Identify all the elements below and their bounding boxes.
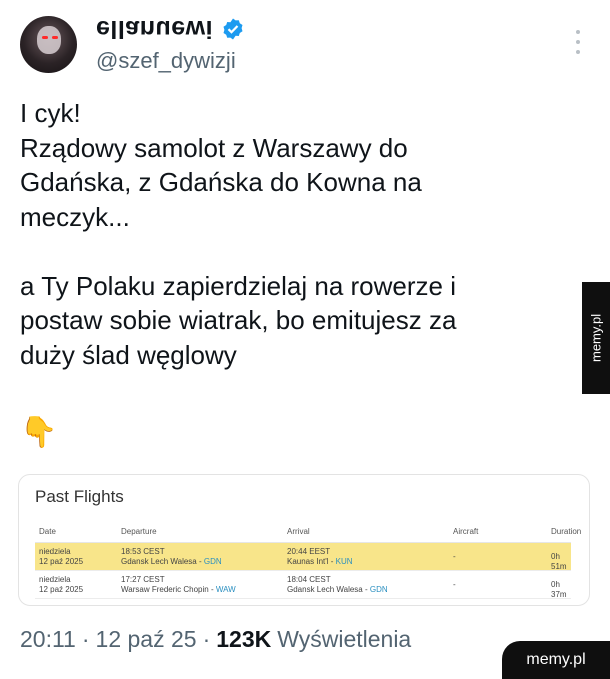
col-header-arrival: Arrival — [287, 527, 310, 536]
tweet-date[interactable]: 12 paź 25 — [96, 626, 197, 653]
card-title: Past Flights — [35, 487, 124, 506]
row-duration: 0h 51m — [551, 552, 567, 571]
row-aircraft: - — [453, 580, 456, 589]
pointing-down-emoji: 👇 — [20, 416, 58, 449]
row-arrival: 18:04 CEST Gdansk Lech Walesa - GDN — [287, 575, 388, 594]
watermark-side: memy.pl — [582, 282, 610, 394]
watermark-corner: memy.pl — [502, 641, 610, 679]
tweet-time[interactable]: 20:11 — [20, 626, 76, 653]
views-label: Wyświetlenia — [277, 626, 412, 652]
verified-badge-icon — [223, 18, 243, 39]
avatar-eye — [42, 36, 48, 39]
more-options-icon[interactable] — [572, 30, 584, 54]
separator-dot: · — [202, 626, 211, 652]
avatar-face — [37, 26, 61, 54]
author-handle[interactable]: @szef_dywizji — [96, 48, 236, 74]
tweet-text: I cyk! Rządowy samolot z Warszawy do Gda… — [20, 98, 457, 370]
views-count[interactable]: 123K — [216, 626, 271, 653]
row-departure: 17:27 CEST Warsaw Frederic Chopin - WAW — [121, 575, 236, 594]
author-display-name[interactable]: ellanuewi — [96, 14, 213, 43]
row-duration: 0h 37m — [551, 580, 567, 599]
col-header-duration: Duration — [551, 527, 582, 536]
separator-dot: · — [81, 626, 90, 652]
row-date: niedziela 12 paź 2025 — [39, 547, 84, 566]
avatar[interactable] — [20, 16, 77, 73]
col-header-departure: Departure — [121, 527, 157, 536]
past-flights-card: Past Flights Date Departure Arrival Airc… — [18, 474, 590, 606]
row-arrival: 20:44 EEST Kaunas Int'l - KUN — [287, 547, 353, 566]
row-departure: 18:53 CEST Gdansk Lech Walesa - GDN — [121, 547, 222, 566]
avatar-eye — [52, 36, 58, 39]
table-row[interactable]: niedziela 12 paź 2025 18:53 CEST Gdansk Le… — [35, 543, 571, 571]
col-header-aircraft: Aircraft — [453, 527, 479, 536]
flights-table: Date Departure Arrival Aircraft Duration… — [35, 521, 581, 599]
col-header-date: Date — [39, 527, 56, 536]
row-aircraft: - — [453, 552, 456, 561]
table-row[interactable]: niedziela 12 paź 2025 17:27 CEST Warsaw Fr… — [35, 571, 571, 599]
row-date: niedziela 12 paź 2025 — [39, 575, 84, 594]
author-name-row: ellanuewi — [96, 14, 245, 43]
tweet-footer: 20:11 · 12 paź 25 · 123K Wyświetlenia — [20, 626, 411, 653]
table-header: Date Departure Arrival Aircraft Duration — [35, 521, 581, 543]
